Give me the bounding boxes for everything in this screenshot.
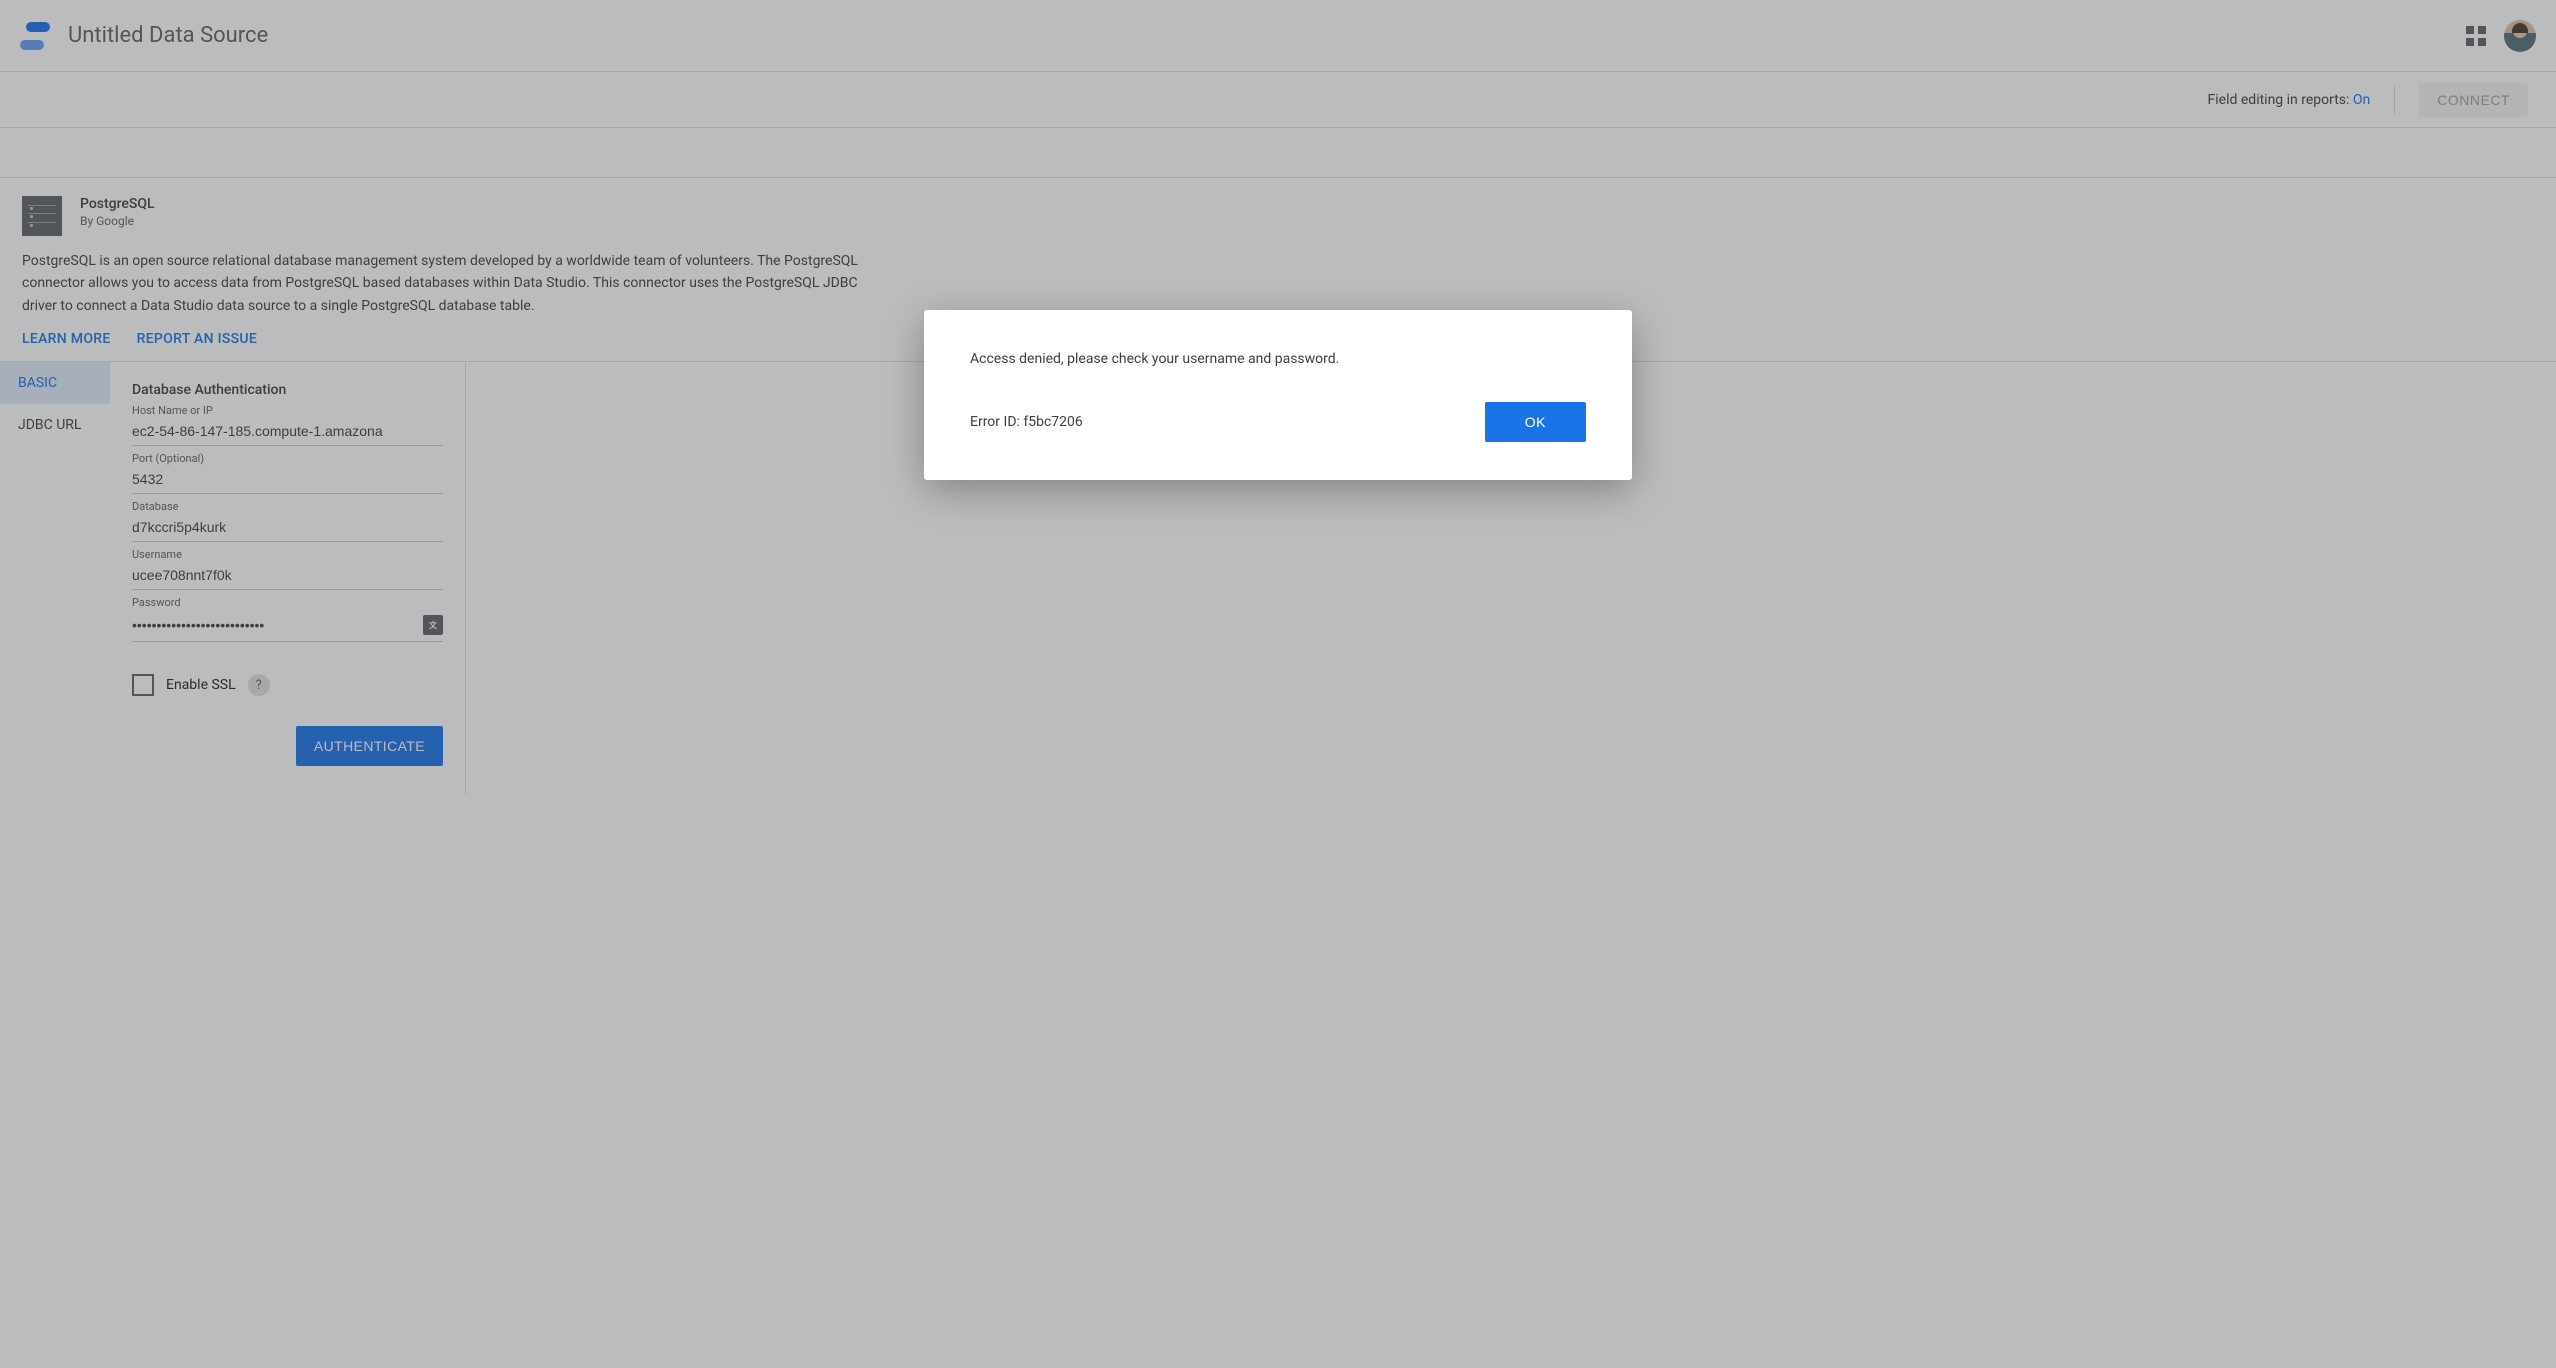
modal-overlay: Access denied, please check your usernam… xyxy=(0,0,2556,1368)
ok-button[interactable]: OK xyxy=(1485,402,1586,442)
dialog-error-id: Error ID: f5bc7206 xyxy=(970,414,1083,430)
dialog-message: Access denied, please check your usernam… xyxy=(970,350,1586,370)
error-dialog: Access denied, please check your usernam… xyxy=(924,310,1632,480)
